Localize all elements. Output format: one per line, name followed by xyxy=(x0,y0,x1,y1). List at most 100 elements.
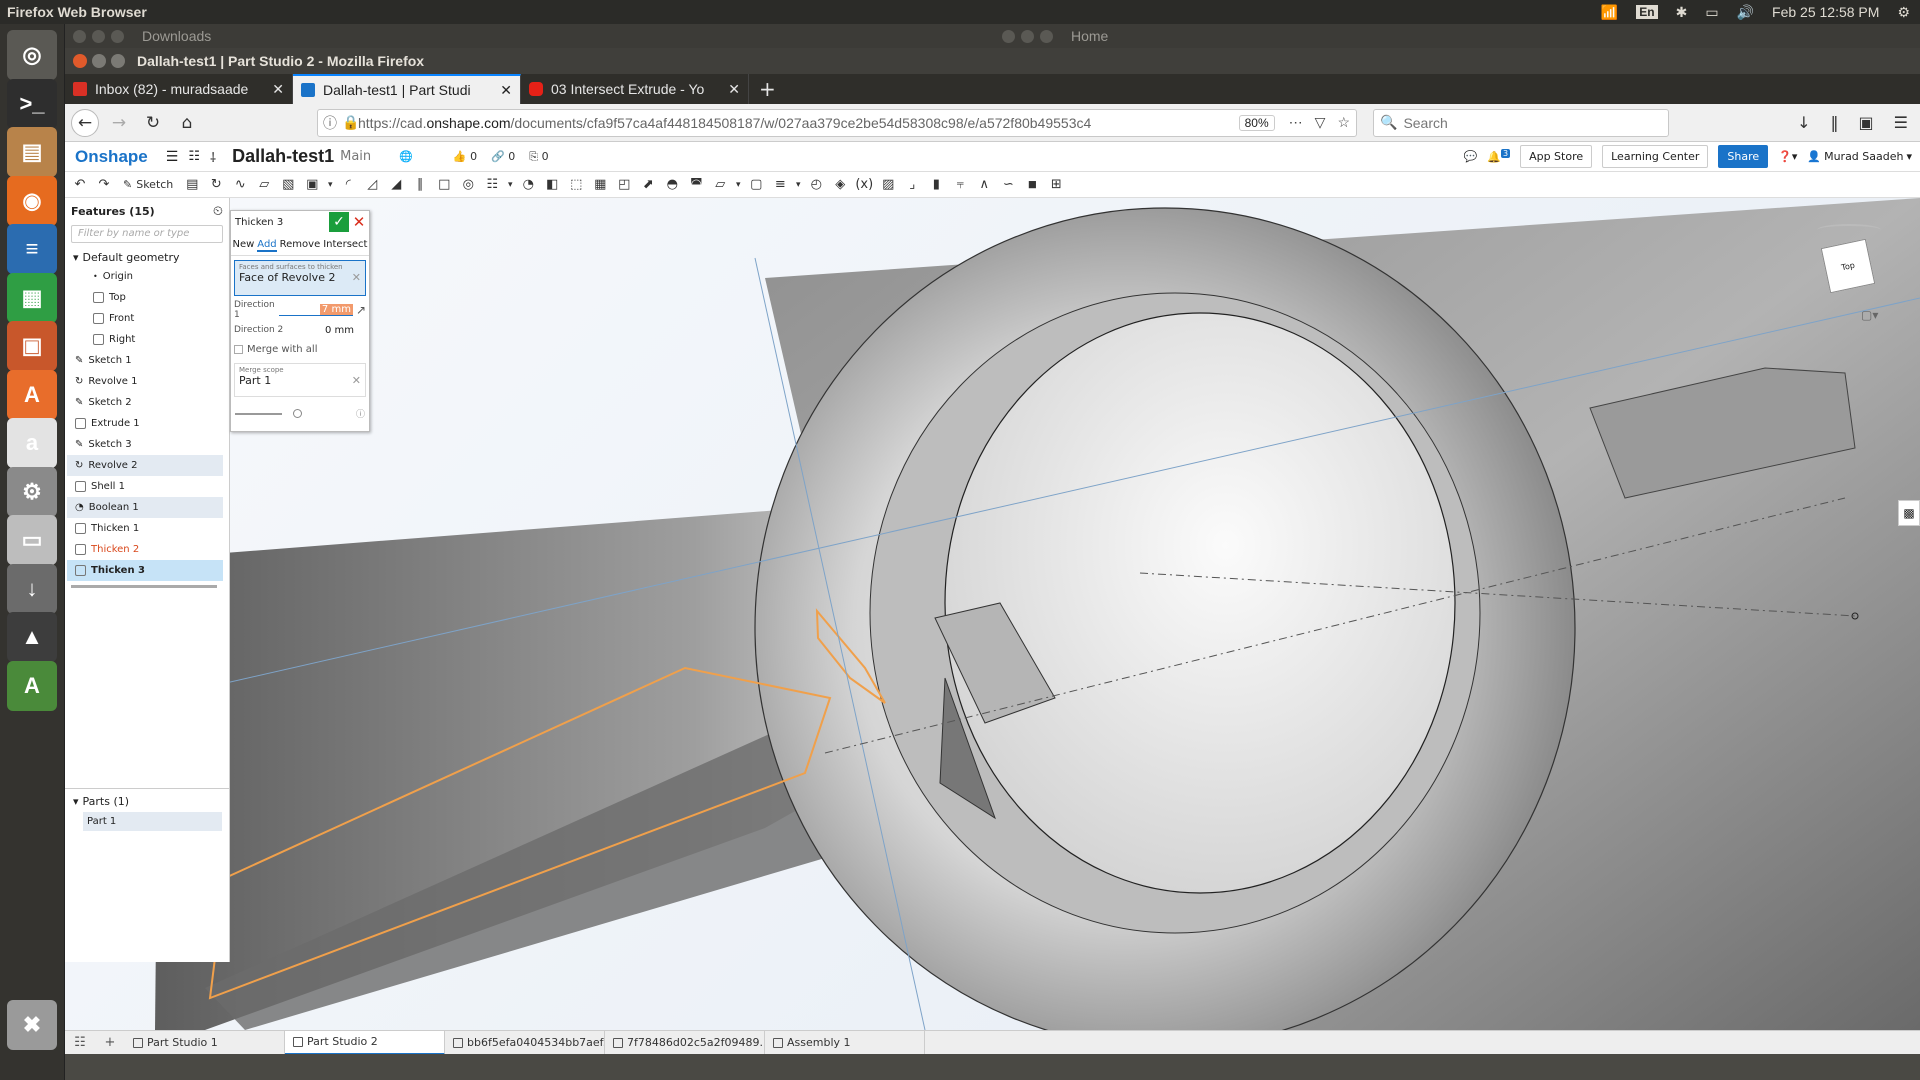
doc-tab-part-studio-2[interactable]: Part Studio 2 xyxy=(285,1030,445,1055)
hamburger-menu-icon[interactable]: ☰ xyxy=(1894,113,1908,132)
chevron-down-icon[interactable]: ▾ xyxy=(73,795,79,808)
dropdown-icon[interactable]: ▾ xyxy=(325,175,335,195)
bluetooth-icon[interactable]: ✱ xyxy=(1676,4,1688,21)
likes-count[interactable]: 👍 0 xyxy=(453,150,477,164)
terminal-icon[interactable]: >_ xyxy=(7,78,57,129)
appearance-panel-icon[interactable]: ▩ xyxy=(1898,500,1920,526)
replace-face-icon[interactable]: ◓ xyxy=(661,175,683,195)
feature-revolve-1[interactable]: ↻ Revolve 1 xyxy=(67,371,223,392)
direction-2-input[interactable]: 0 mm xyxy=(284,325,366,336)
checkbox-icon[interactable] xyxy=(234,345,243,354)
enclose-icon[interactable]: ▣ xyxy=(301,175,323,195)
doc-tab-image-2[interactable]: 7f78486d02c5a2f09489... xyxy=(605,1030,765,1055)
shell-icon[interactable]: □ xyxy=(433,175,455,195)
rollback-clock-icon[interactable]: ⏲ xyxy=(213,204,223,219)
sheet-metal-icon[interactable]: ▨ xyxy=(877,175,899,195)
modify-fillet-icon[interactable]: ◰ xyxy=(613,175,635,195)
branch-name[interactable]: Main xyxy=(340,149,371,164)
direction-1-input[interactable]: 7 mm xyxy=(278,304,353,316)
app-store-button[interactable]: App Store xyxy=(1520,145,1593,168)
amazon-icon[interactable]: a xyxy=(7,418,57,468)
op-new-tab[interactable]: New xyxy=(232,239,254,252)
feature-sketch-2[interactable]: ✎ Sketch 2 xyxy=(67,392,223,413)
search-input[interactable]: 🔍 Search xyxy=(1373,108,1669,137)
revolve-icon[interactable]: ↻ xyxy=(205,175,227,195)
measure-icon[interactable]: ◴ xyxy=(805,175,827,195)
forward-button[interactable]: → xyxy=(105,109,133,137)
add-tab-icon[interactable]: + xyxy=(95,1035,125,1050)
pocket-icon[interactable]: ▽ xyxy=(1309,114,1332,131)
feature-thicken-1[interactable]: Thicken 1 xyxy=(67,518,223,539)
dropdown-icon[interactable]: ▾ xyxy=(793,175,803,195)
parts-group[interactable]: ▾ Parts (1) xyxy=(65,793,230,810)
calc-icon[interactable]: ▦ xyxy=(7,272,57,323)
tab-onshape[interactable]: Dallah-test1 | Part Studi ✕ xyxy=(293,74,521,104)
merge-with-all-checkbox[interactable]: Merge with all xyxy=(231,340,369,359)
downloads-icon[interactable]: ↓ xyxy=(1797,113,1810,132)
back-button[interactable]: ← xyxy=(71,108,99,137)
doc-tab-part-studio-1[interactable]: Part Studio 1 xyxy=(125,1030,285,1055)
sketch-button[interactable]: ✎ Sketch xyxy=(117,175,179,195)
feature-boolean-1[interactable]: ◔ Boolean 1 xyxy=(67,497,223,518)
merge-scope-field[interactable]: Merge scope Part 1 ✕ xyxy=(234,363,366,397)
loft-icon[interactable]: ▱ xyxy=(253,175,275,195)
software-center-icon[interactable]: A xyxy=(7,369,57,420)
rotate-arrows-icon[interactable] xyxy=(1817,224,1881,236)
feature-sketch-1[interactable]: ✎ Sketch 1 xyxy=(67,350,223,371)
feature-front-plane[interactable]: Front xyxy=(67,308,223,329)
linear-pattern-icon[interactable]: ☷ xyxy=(481,175,503,195)
faces-selection-field[interactable]: Faces and surfaces to thicken Face of Re… xyxy=(234,260,366,296)
volume-icon[interactable]: 🔊 xyxy=(1737,4,1754,21)
transform-icon[interactable]: ⬚ xyxy=(565,175,587,195)
dropdown-icon[interactable]: ▾ xyxy=(733,175,743,195)
copies-count[interactable]: ⎘ 0 xyxy=(529,150,548,164)
updater-icon[interactable]: A xyxy=(7,660,57,711)
trash-icon[interactable]: ✖ xyxy=(7,1000,57,1050)
battery-icon[interactable]: ▭ xyxy=(1705,4,1718,21)
feature-extrude-1[interactable]: Extrude 1 xyxy=(67,413,223,434)
feature-shell-1[interactable]: Shell 1 xyxy=(67,476,223,497)
delete-part-icon[interactable]: ▦ xyxy=(589,175,611,195)
writer-icon[interactable]: ≡ xyxy=(7,224,57,274)
links-count[interactable]: 🔗 0 xyxy=(491,150,515,164)
wifi-icon[interactable]: 📶 xyxy=(1601,4,1618,21)
help-icon[interactable]: ❓▾ xyxy=(1778,150,1797,163)
feature-right-plane[interactable]: Right xyxy=(67,329,223,350)
feature-list-scrollbar[interactable] xyxy=(71,585,217,588)
home-button[interactable]: ⌂ xyxy=(173,109,201,137)
feature-sketch-3[interactable]: ✎ Sketch 3 xyxy=(67,434,223,455)
share-button[interactable]: Share xyxy=(1718,145,1769,168)
public-globe-icon[interactable]: 🌐 xyxy=(399,150,413,163)
view-cube[interactable]: Top ▢▾ xyxy=(1805,218,1895,322)
library-icon[interactable]: ‖ xyxy=(1831,113,1839,132)
tab-youtube[interactable]: 03 Intersect Extrude - Yo ✕ xyxy=(521,74,749,104)
thicken-icon[interactable]: ▧ xyxy=(277,175,299,195)
corner-icon[interactable]: ⫧ xyxy=(949,175,971,195)
part-item[interactable]: Part 1 xyxy=(83,812,222,831)
chevron-down-icon[interactable]: ▾ xyxy=(73,251,79,264)
reload-button[interactable]: ↻ xyxy=(139,109,167,137)
firefox-icon[interactable]: ◉ xyxy=(7,175,57,226)
feature-filter-input[interactable]: Filter by name or type xyxy=(71,225,223,243)
url-text[interactable]: https://cad.onshape.com/documents/cfa9f5… xyxy=(358,115,1239,131)
add-custom-feature-icon[interactable]: ⊞ xyxy=(1045,175,1067,195)
feature-revolve-2[interactable]: ↻ Revolve 2 xyxy=(67,455,223,476)
feature-thicken-3[interactable]: Thicken 3 xyxy=(67,560,223,581)
variable-icon[interactable]: (x) xyxy=(853,175,875,195)
cancel-close-icon[interactable]: ✕ xyxy=(349,212,369,232)
keyboard-layout-indicator[interactable]: En xyxy=(1636,5,1658,19)
doc-tab-assembly-1[interactable]: Assembly 1 xyxy=(765,1030,925,1055)
notifications-icon[interactable]: 🔔 3 xyxy=(1487,149,1511,164)
mate-connector-icon[interactable]: ≡ xyxy=(769,175,791,195)
inkscape-icon[interactable]: ▲ xyxy=(7,612,57,662)
sidebar-icon[interactable]: ▣ xyxy=(1859,113,1874,132)
chamfer-icon[interactable]: ◿ xyxy=(361,175,383,195)
boolean-icon[interactable]: ◔ xyxy=(517,175,539,195)
unfold-icon[interactable]: ◾ xyxy=(1021,175,1043,195)
feature-origin[interactable]: • Origin xyxy=(67,266,223,287)
op-intersect-tab[interactable]: Intersect xyxy=(323,239,367,252)
impress-icon[interactable]: ▣ xyxy=(7,321,57,371)
close-icon[interactable]: ✕ xyxy=(728,81,740,98)
hole-icon[interactable]: ◎ xyxy=(457,175,479,195)
comments-icon[interactable]: 💬 xyxy=(1464,150,1478,163)
